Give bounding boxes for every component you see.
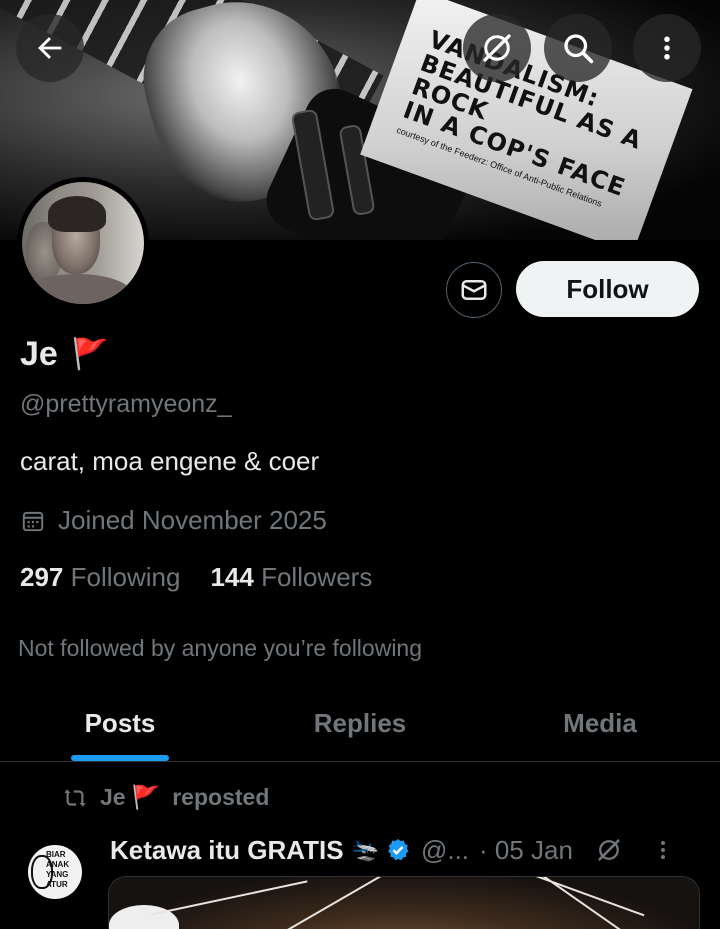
follow-button[interactable]: Follow — [516, 261, 699, 317]
search-button[interactable] — [544, 14, 612, 82]
verified-badge-icon — [385, 837, 411, 863]
post-author-emoji: 🛬 — [351, 837, 379, 862]
post-author-handle[interactable]: @... — [421, 835, 469, 866]
following-label: Following — [70, 562, 181, 592]
more-button[interactable] — [633, 14, 701, 82]
profile-tabs: Posts Replies Media — [0, 686, 720, 762]
followers-label: Followers — [261, 562, 373, 592]
post-author-avatar[interactable]: BIAR ANAK YANG ATUR — [28, 845, 82, 899]
search-icon — [560, 30, 596, 66]
not-followed-notice: Not followed by anyone you’re following — [18, 635, 423, 661]
tab-posts[interactable]: Posts — [0, 686, 240, 761]
username-handle: @prettyramyeonz_ — [20, 390, 232, 418]
calendar-icon — [20, 508, 46, 534]
more-vertical-icon — [652, 33, 682, 63]
joined-text: Joined November 2025 — [58, 505, 327, 535]
profile-avatar[interactable] — [17, 177, 149, 309]
back-button[interactable] — [16, 14, 84, 82]
media-whisker — [493, 877, 645, 916]
post-header: Ketawa itu GRATIS 🛬 @... · 05 Jan — [110, 832, 710, 868]
tab-replies[interactable]: Replies — [240, 686, 480, 761]
post-avatar-text: BIAR ANAK YANG ATUR — [46, 850, 70, 889]
following-count: 297 — [20, 562, 64, 592]
post-date[interactable]: · 05 Jan — [479, 835, 573, 866]
following-link[interactable]: 297 Following — [20, 562, 180, 593]
follow-stats: 297 Following 144 Followers — [20, 562, 372, 593]
grok-icon — [479, 30, 515, 66]
reposted-label: reposted — [172, 784, 270, 810]
avatar-photo-detail — [48, 196, 106, 232]
avatar-photo-detail — [22, 274, 132, 304]
red-flag-emoji: 🚩 — [71, 338, 110, 371]
profile-bio: carat, moa engene & coer — [20, 446, 320, 476]
more-vertical-icon[interactable] — [651, 838, 675, 862]
message-button[interactable] — [446, 262, 502, 318]
avatar-photo — [22, 182, 144, 304]
display-name-text: Je — [20, 335, 58, 373]
reposter-emoji: 🚩 — [131, 784, 161, 810]
display-name: Je 🚩 — [20, 335, 109, 374]
media-cat-fur — [109, 905, 179, 929]
grok-icon[interactable] — [595, 836, 623, 864]
grok-button[interactable] — [463, 14, 531, 82]
joined-date: Joined November 2025 — [20, 505, 327, 536]
repost-icon — [62, 785, 88, 811]
repost-indicator: Je 🚩 reposted — [62, 784, 269, 811]
followers-link[interactable]: 144 Followers — [210, 562, 372, 593]
followers-count: 144 — [210, 562, 254, 592]
post-author-name[interactable]: Ketawa itu GRATIS — [110, 835, 344, 866]
envelope-icon — [459, 275, 489, 305]
reposter-name[interactable]: Je — [100, 784, 126, 811]
media-whisker — [150, 880, 308, 916]
tab-media[interactable]: Media — [480, 686, 720, 761]
post-media-image[interactable] — [108, 876, 700, 929]
media-whisker — [523, 877, 655, 929]
arrow-left-icon — [33, 31, 67, 65]
